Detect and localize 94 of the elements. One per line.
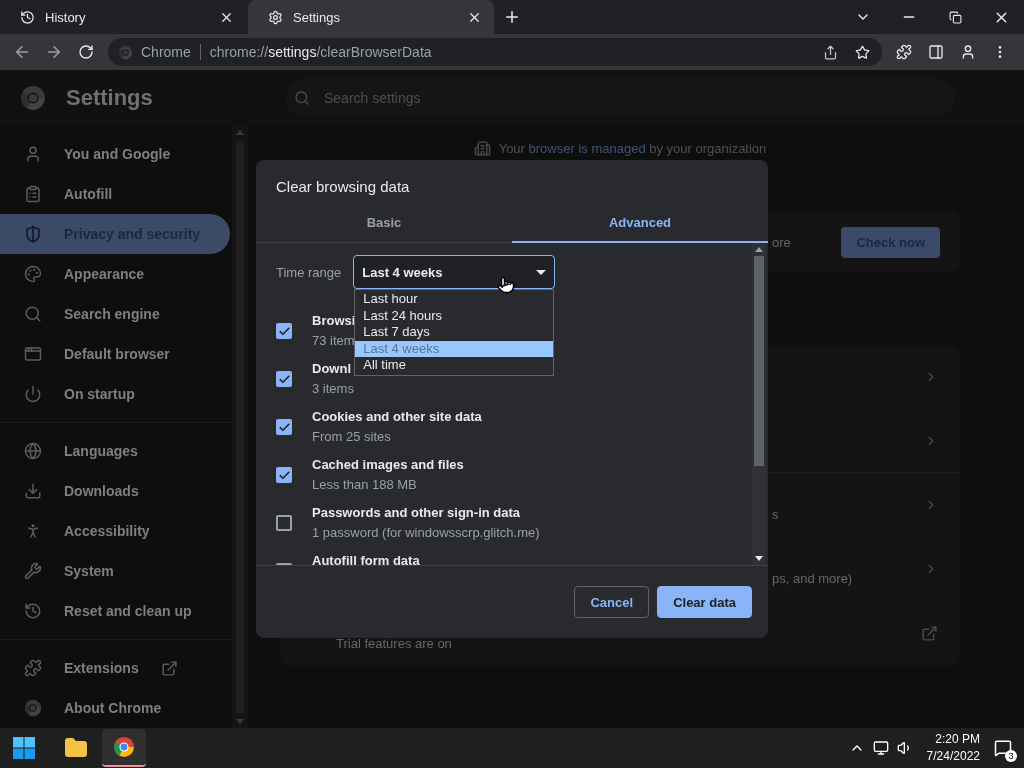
- sidebar-item[interactable]: Default browser: [0, 334, 230, 374]
- item-title: Downl: [312, 360, 352, 378]
- notifications-icon[interactable]: [994, 739, 1012, 757]
- sidebar-item[interactable]: Reset and clean up: [0, 591, 230, 631]
- sidebar-item[interactable]: About Chrome: [0, 688, 230, 728]
- sidebar-item[interactable]: Search engine: [0, 294, 230, 334]
- settings-title: Settings: [66, 85, 153, 111]
- clock-time[interactable]: 2:20 PM: [935, 731, 980, 748]
- sidebar-item[interactable]: Extensions: [0, 648, 230, 688]
- site-chip: Chrome: [141, 44, 201, 60]
- windows-start-icon[interactable]: [13, 737, 35, 759]
- sidebar-item[interactable]: Appearance: [0, 254, 230, 294]
- item-detail: Less than 188 MB: [312, 476, 418, 494]
- dropdown-option[interactable]: Last 24 hours: [355, 307, 554, 324]
- sidebar-item[interactable]: Languages: [0, 431, 230, 471]
- share-icon[interactable]: [822, 44, 838, 60]
- checkbox[interactable]: [276, 323, 292, 339]
- item-title: Passwords and other sign-in data: [312, 504, 522, 522]
- sidebar-item[interactable]: System: [0, 551, 230, 591]
- reload-icon[interactable]: [78, 44, 94, 60]
- chrome-logo-icon: [24, 699, 42, 717]
- download-icon: [24, 482, 42, 500]
- folder-icon[interactable]: [64, 736, 88, 760]
- item-detail: 3 items: [312, 380, 354, 398]
- browser-tab[interactable]: Settings: [248, 0, 494, 34]
- sidebar-item[interactable]: Accessibility: [0, 511, 230, 551]
- search-icon: [24, 305, 42, 323]
- history-icon: [20, 9, 35, 25]
- dialog-tab[interactable]: Advanced: [512, 204, 768, 243]
- sidebar-item[interactable]: On startup: [0, 374, 230, 414]
- new-tab-icon[interactable]: [503, 8, 521, 26]
- sidebar-item[interactable]: You and Google: [0, 134, 230, 174]
- checkbox[interactable]: [276, 419, 292, 435]
- tab-title: History: [45, 9, 87, 25]
- palette-icon: [24, 265, 42, 283]
- managed-link[interactable]: browser is managed: [528, 140, 646, 156]
- dropdown-option[interactable]: Last 7 days: [355, 324, 554, 341]
- shield-icon: [24, 225, 42, 243]
- scrollbar[interactable]: [232, 126, 248, 728]
- url-text: chrome://settings/clearBrowserData: [209, 44, 432, 60]
- item-title: Autofill form data: [312, 552, 420, 565]
- dialog-scrollbar[interactable]: [752, 243, 766, 565]
- item-detail: 73 item: [312, 332, 356, 350]
- row-text: ps, and more): [772, 570, 853, 586]
- chrome-logo-icon: [20, 85, 46, 111]
- browser-tab[interactable]: History: [0, 0, 246, 34]
- star-icon[interactable]: [854, 44, 870, 60]
- cancel-button[interactable]: Cancel: [574, 586, 650, 618]
- item-detail: From 25 sites: [312, 428, 392, 446]
- managed-notice: Your browser is managed by your organization: [498, 140, 767, 156]
- chrome-taskbar-icon: [113, 736, 135, 758]
- address-bar[interactable]: Chrome chrome://settings/clearBrowserData: [108, 38, 882, 66]
- item-title: Browsi: [312, 312, 356, 330]
- pointer-cursor-icon: [497, 276, 516, 294]
- back-icon[interactable]: [13, 43, 31, 61]
- extensions-icon[interactable]: [896, 44, 912, 60]
- dialog-tab[interactable]: Basic: [256, 204, 512, 243]
- checkbox[interactable]: [276, 515, 292, 531]
- notification-count: 3: [1005, 750, 1017, 762]
- browser-window-icon: [24, 345, 42, 363]
- building-icon: [473, 139, 491, 157]
- clock-history-icon: [24, 602, 42, 620]
- row-text: s: [772, 506, 779, 522]
- item-title: Cookies and other site data: [312, 408, 482, 426]
- forward-icon[interactable]: [45, 43, 63, 61]
- wrench-icon: [24, 562, 42, 580]
- restore-icon[interactable]: [948, 10, 962, 24]
- clock-date[interactable]: 7/24/2022: [926, 748, 980, 765]
- search-icon: [294, 90, 310, 106]
- dropdown-option[interactable]: All time: [355, 357, 554, 374]
- checkbox[interactable]: [276, 467, 292, 483]
- power-icon: [24, 385, 42, 403]
- person-icon: [24, 145, 42, 163]
- chrome-logo-icon: [118, 44, 133, 60]
- time-range-select[interactable]: Last 4 weeks: [353, 255, 556, 289]
- sidebar-item[interactable]: Autofill: [0, 174, 230, 214]
- clipboard-icon: [24, 185, 42, 203]
- clear-data-button[interactable]: Clear data: [657, 586, 752, 618]
- safety-text: ore: [772, 234, 791, 250]
- time-range-label: Time range: [276, 264, 342, 280]
- profile-icon[interactable]: [960, 44, 976, 60]
- settings-icon: [268, 9, 283, 25]
- side-panel-icon[interactable]: [928, 44, 944, 60]
- dropdown-option[interactable]: Last 4 weeks: [355, 340, 554, 357]
- row-subtitle: Trial features are on: [336, 635, 452, 651]
- item-detail: 1 password (for windowsscrp.glitch.me): [312, 524, 540, 542]
- dialog-title: Clear browsing data: [275, 177, 411, 197]
- puzzle-icon: [24, 659, 42, 677]
- sidebar-item[interactable]: Downloads: [0, 471, 230, 511]
- checkbox[interactable]: [276, 371, 292, 387]
- globe-icon: [24, 442, 42, 460]
- tab-title: Settings: [293, 9, 341, 25]
- dropdown-option[interactable]: Last hour: [355, 291, 554, 308]
- item-title: Cached images and files: [312, 456, 464, 474]
